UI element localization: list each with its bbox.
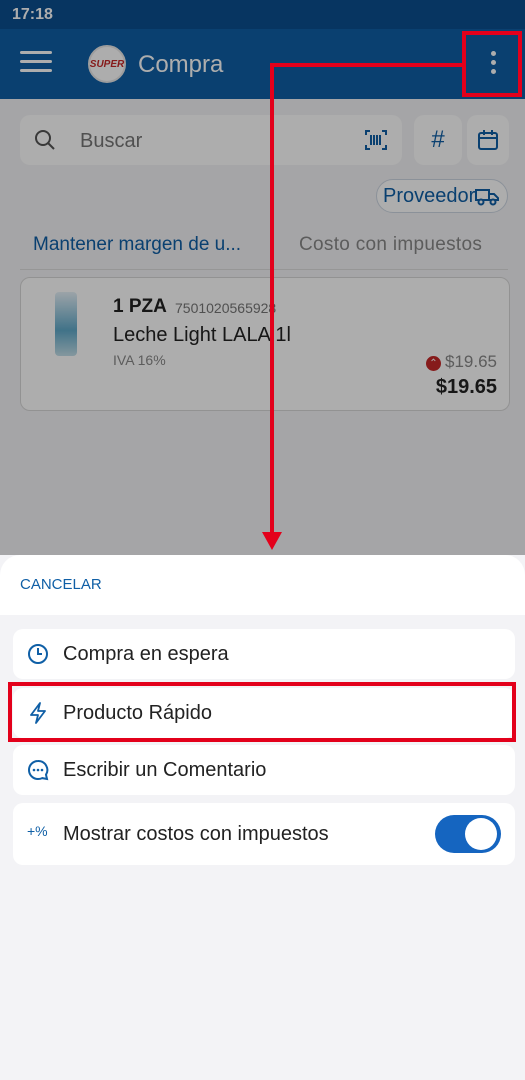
menu-item-label: Mostrar costos con impuestos: [63, 823, 329, 845]
menu-item-hold-purchase[interactable]: Compra en espera: [13, 629, 515, 679]
comment-icon: [28, 759, 49, 781]
highlight-box: [8, 682, 516, 742]
highlight-box: [462, 31, 522, 97]
plus-percent-icon: +%: [27, 823, 48, 839]
annotation-arrow: [270, 63, 274, 535]
options-bottom-sheet: CANCELAR Compra en espera Producto Rápid…: [0, 555, 525, 1080]
menu-item-write-comment[interactable]: Escribir un Comentario: [13, 745, 515, 795]
costs-with-tax-toggle[interactable]: [435, 815, 501, 853]
cancel-button[interactable]: CANCELAR: [20, 576, 102, 593]
modal-scrim[interactable]: [0, 0, 525, 555]
sheet-header: CANCELAR: [0, 555, 525, 615]
clock-icon: [28, 644, 48, 664]
menu-item-label: Compra en espera: [63, 643, 229, 665]
menu-item-show-costs-with-tax[interactable]: +% Mostrar costos con impuestos: [13, 803, 515, 865]
annotation-arrow: [270, 63, 464, 67]
arrow-head: [262, 532, 282, 550]
menu-item-label: Escribir un Comentario: [63, 759, 267, 781]
toggle-knob: [465, 818, 497, 850]
